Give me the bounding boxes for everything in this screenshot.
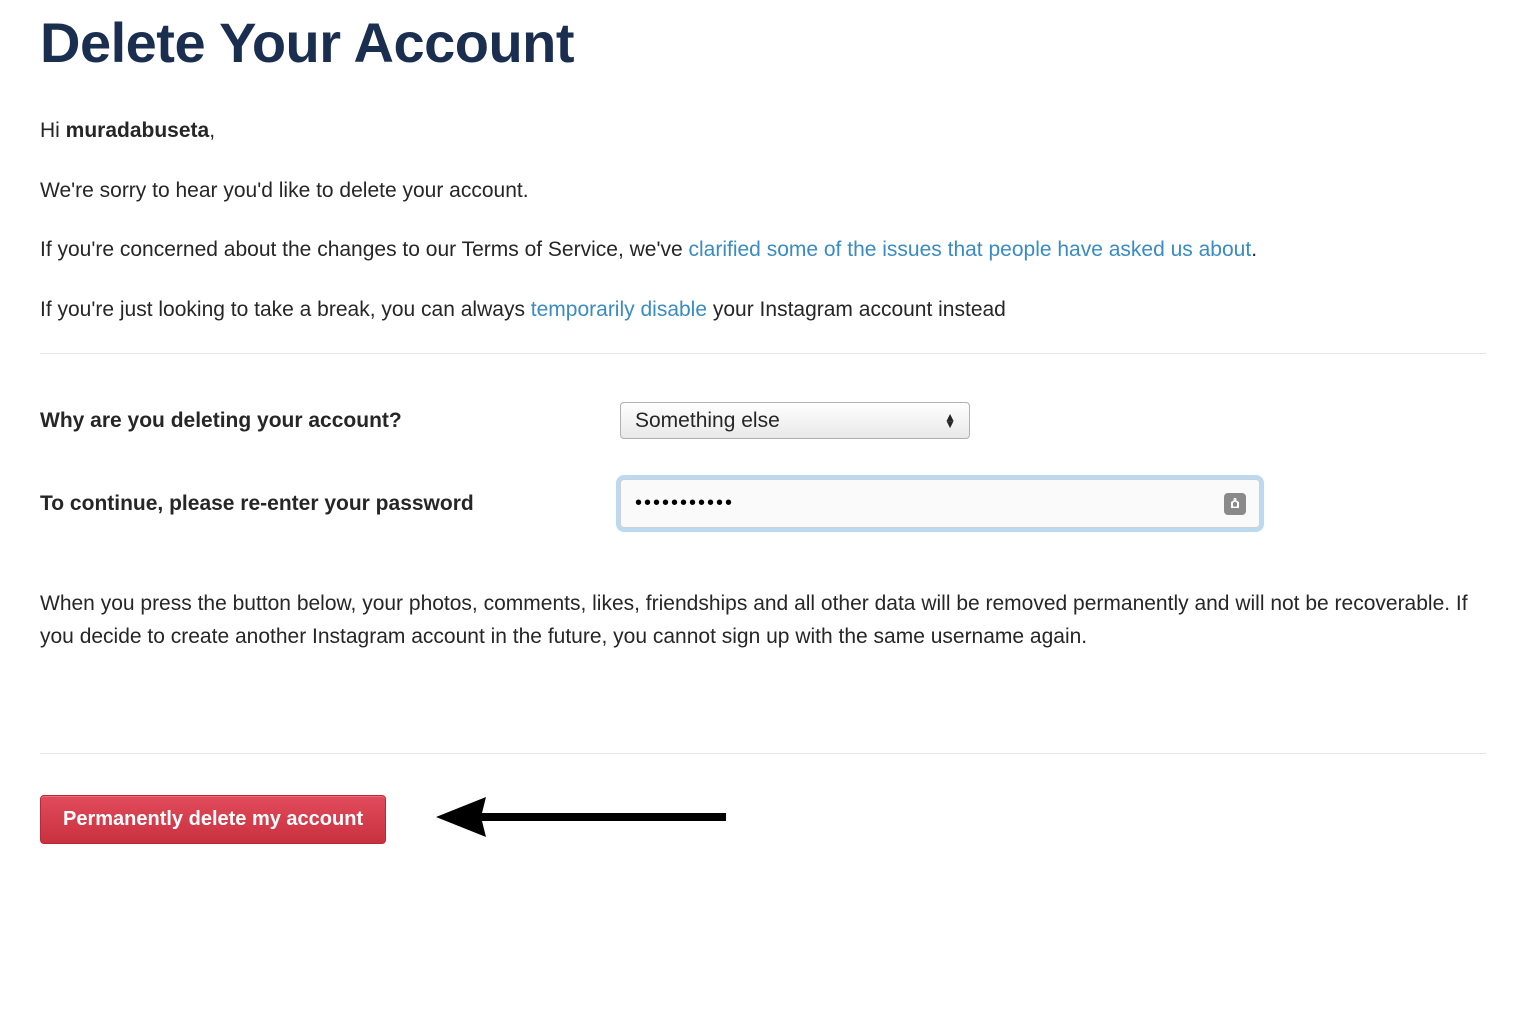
password-wrapper [620, 479, 1260, 528]
reason-select-wrapper: Something else ▲▼ [620, 402, 970, 439]
action-divider [40, 753, 1486, 754]
hi-suffix: , [209, 119, 215, 142]
tos-clarification-link[interactable]: clarified some of the issues that people… [689, 238, 1252, 261]
break-suffix: your Instagram account instead [707, 298, 1006, 321]
tos-suffix: . [1251, 238, 1257, 261]
reason-row: Why are you deleting your account? Somet… [40, 402, 1486, 439]
username: muradabuseta [66, 119, 210, 142]
arrow-annotation-icon [436, 792, 736, 847]
tos-text: If you're concerned about the changes to… [40, 234, 1486, 266]
temporarily-disable-link[interactable]: temporarily disable [531, 298, 707, 321]
password-row: To continue, please re-enter your passwo… [40, 479, 1486, 528]
reason-label: Why are you deleting your account? [40, 409, 620, 433]
warning-text: When you press the button below, your ph… [40, 588, 1486, 653]
tos-prefix: If you're concerned about the changes to… [40, 238, 689, 261]
hi-prefix: Hi [40, 119, 66, 142]
break-text: If you're just looking to take a break, … [40, 294, 1486, 326]
section-divider [40, 353, 1486, 354]
permanently-delete-button[interactable]: Permanently delete my account [40, 795, 386, 844]
greeting-text: Hi muradabuseta, [40, 115, 1486, 147]
intro-section: Hi muradabuseta, We're sorry to hear you… [40, 115, 1486, 325]
break-prefix: If you're just looking to take a break, … [40, 298, 531, 321]
reason-select[interactable]: Something else [620, 402, 970, 439]
page-title: Delete Your Account [40, 10, 1486, 75]
password-input[interactable] [620, 479, 1260, 528]
password-label: To continue, please re-enter your passwo… [40, 492, 620, 516]
keychain-icon [1224, 493, 1246, 515]
button-row: Permanently delete my account [40, 792, 1486, 847]
sorry-text: We're sorry to hear you'd like to delete… [40, 175, 1486, 207]
